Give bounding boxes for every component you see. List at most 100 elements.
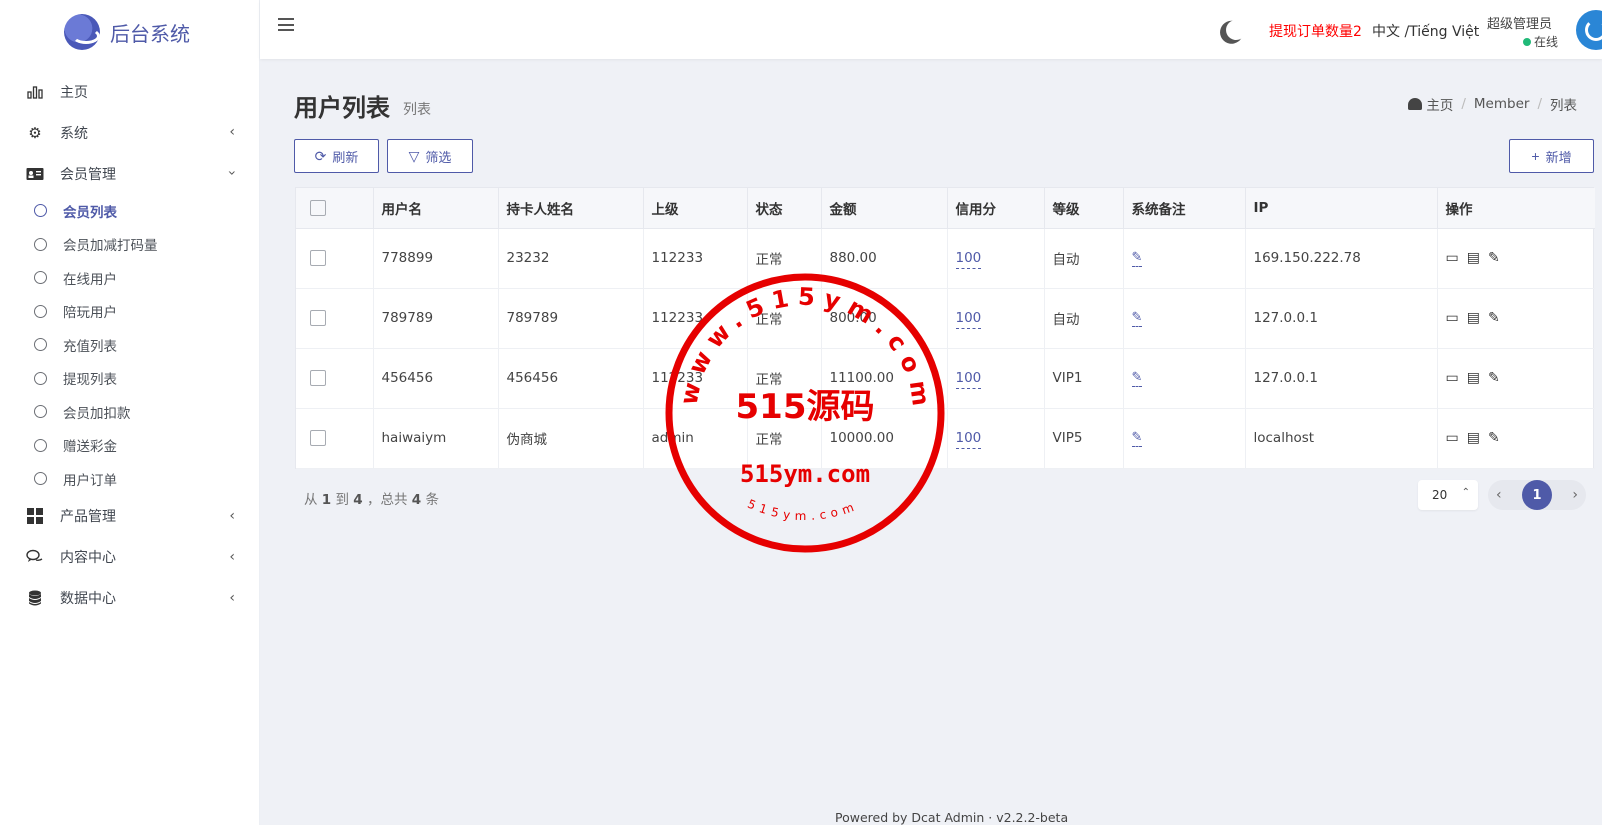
row-checkbox[interactable]	[310, 250, 326, 266]
current-page-button[interactable]: 1	[1522, 480, 1552, 510]
edit-remark-pencil-icon[interactable]: ✎	[1131, 250, 1143, 267]
add-button[interactable]: + 新增	[1509, 139, 1594, 173]
sidebar-item-balance-adjust[interactable]: 会员加扣款	[0, 395, 259, 429]
sidebar-item-data[interactable]: 数据中心 ‹	[0, 578, 259, 619]
cell-ip: localhost	[1245, 408, 1438, 469]
header-credit[interactable]: 信用分	[947, 188, 1045, 229]
pager: ‹ 1 ›	[1488, 480, 1586, 510]
credit-card-icon[interactable]: ▭	[1446, 430, 1459, 446]
edit-remark-pencil-icon[interactable]: ✎	[1131, 310, 1143, 327]
breadcrumb-member[interactable]: Member	[1474, 96, 1530, 112]
circle-icon	[34, 271, 47, 285]
document-icon[interactable]: ▤	[1467, 310, 1480, 326]
avatar[interactable]	[1576, 10, 1602, 50]
sidebar-item-system[interactable]: ⚙ 系统 ‹	[0, 112, 259, 153]
summary-from-label: 从	[304, 492, 318, 508]
chevron-down-icon: ‹	[224, 170, 241, 176]
sidebar-item-content[interactable]: 内容中心 ‹	[0, 537, 259, 578]
sidebar-item-label: 主页	[60, 84, 88, 101]
edit-icon[interactable]: ✎	[1488, 310, 1500, 326]
header-username[interactable]: 用户名	[373, 188, 499, 229]
filter-button[interactable]: ▽ 筛选	[387, 139, 473, 173]
table-row: 778899 23232 112233 正常 880.00 100 自动 ✎ 1…	[296, 228, 1595, 289]
user-status-label: 在线	[1534, 35, 1559, 49]
credit-editable[interactable]: 100	[955, 370, 982, 389]
sidebar-item-member[interactable]: 会员管理 ‹	[0, 153, 259, 194]
sidebar-item-member-list[interactable]: 会员列表	[0, 194, 259, 228]
header-ip[interactable]: IP	[1245, 188, 1438, 229]
brand-title: 后台系统	[110, 21, 190, 46]
edit-icon[interactable]: ✎	[1488, 370, 1500, 386]
cell-level: VIP1	[1044, 348, 1124, 409]
language-switch[interactable]: 中文 /Tiếng Việt	[1372, 21, 1479, 41]
brand[interactable]: 后台系统	[0, 0, 259, 64]
edit-remark-pencil-icon[interactable]: ✎	[1131, 370, 1143, 387]
select-all-cell	[296, 188, 374, 229]
cell-ip: 127.0.0.1	[1245, 288, 1438, 349]
add-label: 新增	[1545, 149, 1572, 165]
withdraw-order-notice[interactable]: 提现订单数量2	[1269, 21, 1362, 41]
credit-editable[interactable]: 100	[955, 310, 982, 329]
sidebar-item-bonus[interactable]: 赠送彩金	[0, 429, 259, 463]
credit-editable[interactable]: 100	[955, 250, 982, 269]
header-amount[interactable]: 金额	[821, 188, 948, 229]
sidebar-item-label: 陪玩用户	[63, 305, 117, 322]
user-table-container: 用户名 持卡人姓名 上级 状态 金额 信用分 等级 系统备注 IP 操作 778…	[295, 187, 1595, 469]
edit-icon[interactable]: ✎	[1488, 250, 1500, 266]
summary-total-label: ，总共	[367, 492, 408, 508]
sidebar-item-home[interactable]: 主页	[0, 71, 259, 112]
per-page-select[interactable]: 20 ⌃	[1418, 480, 1478, 510]
filter-label: 筛选	[425, 149, 452, 165]
row-checkbox[interactable]	[310, 430, 326, 446]
refresh-button[interactable]: ⟳ 刷新	[294, 139, 379, 173]
cell-level: 自动	[1044, 288, 1124, 349]
edit-remark-pencil-icon[interactable]: ✎	[1131, 430, 1143, 447]
sidebar-item-recharge-list[interactable]: 充值列表	[0, 328, 259, 362]
sidebar-item-withdraw-list[interactable]: 提现列表	[0, 362, 259, 396]
chevron-left-icon: ‹	[229, 548, 235, 565]
cell-remark: ✎	[1123, 288, 1246, 349]
menu-toggle-icon[interactable]	[278, 18, 294, 35]
header-parent[interactable]: 上级	[643, 188, 748, 229]
sidebar-item-companion-users[interactable]: 陪玩用户	[0, 295, 259, 329]
document-icon[interactable]: ▤	[1467, 250, 1480, 266]
per-page-value: 20	[1432, 488, 1448, 502]
cell-holder: 23232	[498, 228, 644, 289]
header-remark[interactable]: 系统备注	[1123, 188, 1246, 229]
sidebar-item-online-users[interactable]: 在线用户	[0, 261, 259, 295]
breadcrumb-home[interactable]: 主页	[1426, 94, 1453, 114]
pagination-summary: 从 1 到 4 ，总共 4 条	[304, 488, 439, 508]
user-table: 用户名 持卡人姓名 上级 状态 金额 信用分 等级 系统备注 IP 操作 778…	[296, 188, 1595, 469]
header-holder[interactable]: 持卡人姓名	[498, 188, 644, 229]
cell-amount: 880.00	[821, 228, 948, 289]
sidebar-item-user-orders[interactable]: 用户订单	[0, 462, 259, 496]
cell-status: 正常	[747, 288, 822, 349]
dark-mode-moon-icon[interactable]	[1224, 18, 1247, 41]
watermark-bottom-text: 515ym.com	[745, 497, 860, 523]
sidebar-item-label: 赠送彩金	[63, 439, 117, 456]
credit-card-icon[interactable]: ▭	[1446, 310, 1459, 326]
sidebar-item-bet-volume[interactable]: 会员加减打码量	[0, 228, 259, 262]
document-icon[interactable]: ▤	[1467, 430, 1480, 446]
row-checkbox[interactable]	[310, 370, 326, 386]
breadcrumb-separator: /	[1461, 96, 1466, 112]
row-checkbox[interactable]	[310, 310, 326, 326]
user-status: 在线	[1523, 33, 1558, 50]
edit-icon[interactable]: ✎	[1488, 430, 1500, 446]
credit-card-icon[interactable]: ▭	[1446, 250, 1459, 266]
user-name[interactable]: 超级管理员	[1487, 13, 1552, 32]
prev-page-icon[interactable]: ‹	[1496, 487, 1502, 503]
next-page-icon[interactable]: ›	[1572, 487, 1578, 503]
sidebar: 后台系统 主页 ⚙ 系统 ‹ 会员管理 ‹ 会员列表 会员加减打码量 在线用户 …	[0, 0, 260, 825]
sidebar-item-label: 数据中心	[60, 591, 116, 607]
sidebar-item-products[interactable]: 产品管理 ‹	[0, 496, 259, 537]
select-all-checkbox[interactable]	[310, 199, 326, 216]
breadcrumb: 主页 / Member / 列表	[1408, 94, 1577, 114]
document-icon[interactable]: ▤	[1467, 370, 1480, 386]
credit-editable[interactable]: 100	[955, 430, 982, 449]
sidebar-item-label: 会员加扣款	[63, 405, 131, 422]
chevron-left-icon: ‹	[229, 589, 235, 606]
header-level[interactable]: 等级	[1044, 188, 1124, 229]
credit-card-icon[interactable]: ▭	[1446, 370, 1459, 386]
header-status[interactable]: 状态	[747, 188, 822, 229]
